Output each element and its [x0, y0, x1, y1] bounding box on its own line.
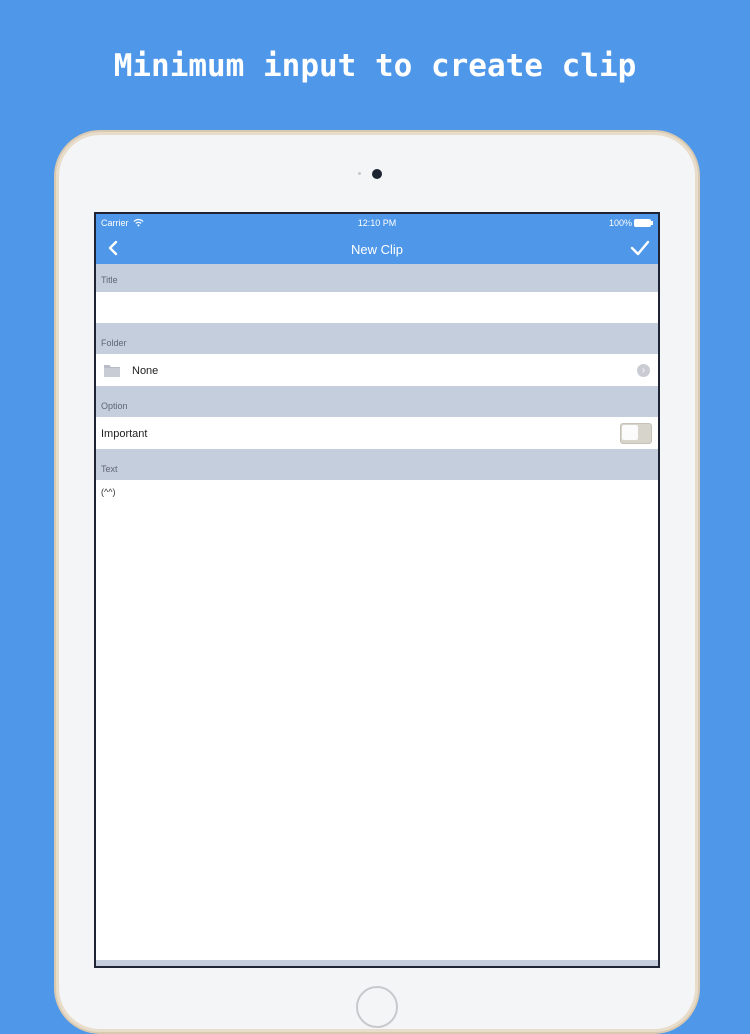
- front-camera: [372, 169, 382, 179]
- toggle-knob: [622, 425, 638, 440]
- navigation-bar: Carrier 12:10 PM 100% New Clip: [96, 214, 658, 264]
- home-button[interactable]: [356, 986, 398, 1028]
- section-header-folder: Folder: [96, 323, 658, 354]
- status-time: 12:10 PM: [357, 218, 397, 228]
- front-sensor: [358, 172, 361, 175]
- title-input[interactable]: [96, 292, 658, 323]
- section-label-option: Option: [101, 401, 128, 411]
- clip-text-area[interactable]: (^^): [96, 480, 658, 960]
- title-row: [96, 292, 658, 323]
- battery-icon: [634, 219, 653, 227]
- important-row: Important: [96, 417, 658, 449]
- section-label-folder: Folder: [101, 338, 127, 348]
- section-header-title: Title: [96, 264, 658, 292]
- section-header-option: Option: [96, 386, 658, 417]
- page-headline: Minimum input to create clip: [113, 48, 637, 84]
- folder-value: None: [132, 365, 159, 377]
- nav-title: New Clip: [350, 242, 403, 257]
- section-header-text: Text: [96, 449, 658, 480]
- status-battery-percent: 100%: [608, 218, 632, 228]
- folder-row[interactable]: None ›: [96, 354, 658, 386]
- folder-icon: [104, 365, 120, 377]
- section-label-text: Text: [101, 464, 118, 474]
- bottom-bar: [96, 960, 658, 966]
- tablet-device-frame: Carrier 12:10 PM 100% New Clip Title Fol…: [54, 130, 700, 1034]
- important-label: Important: [101, 428, 148, 440]
- app-screen: Carrier 12:10 PM 100% New Clip Title Fol…: [94, 212, 660, 968]
- section-label-title: Title: [101, 275, 118, 285]
- checkmark-icon[interactable]: [630, 239, 650, 257]
- chevron-right-circle-icon[interactable]: ›: [637, 364, 650, 377]
- important-toggle[interactable]: [620, 423, 652, 444]
